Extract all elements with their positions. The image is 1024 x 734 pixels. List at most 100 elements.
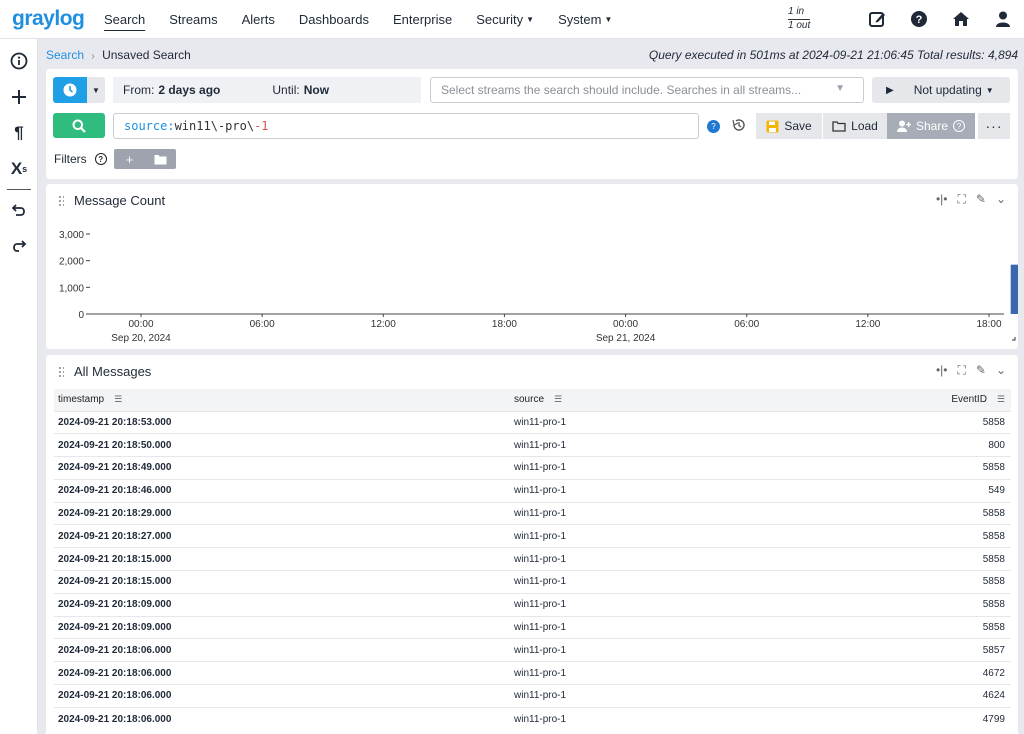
cell-source: win11-pro-1 — [510, 570, 870, 594]
table-row[interactable]: 2024-09-21 20:18:06.000 win11-pro-1 4799 — [54, 706, 1011, 731]
table-row[interactable]: 2024-09-21 20:18:49.000 win11-pro-1 5858 — [54, 456, 1011, 480]
variables-icon[interactable]: Xs — [0, 151, 38, 187]
nav-item-label: Dashboards — [298, 11, 369, 27]
add-icon[interactable] — [0, 79, 38, 115]
search-button[interactable] — [53, 113, 105, 138]
table-row[interactable]: 2024-09-21 20:18:15.000 win11-pro-1 5858 — [54, 570, 1011, 594]
sort-icon[interactable]: ☰ — [114, 394, 122, 405]
share-help-icon[interactable]: ? — [953, 120, 966, 132]
nav-item-security[interactable]: Security ▼ — [476, 0, 534, 39]
load-button[interactable]: Load — [823, 113, 887, 139]
cell-timestamp: 2024-09-21 20:18:29.000 — [54, 501, 510, 525]
table-row[interactable]: 2024-09-21 20:18:06.000 win11-pro-1 4672 — [54, 661, 1011, 685]
column-header-source[interactable]: source ☰ — [510, 389, 870, 411]
cell-source: win11-pro-1 — [510, 456, 870, 480]
until-value: Now — [303, 83, 330, 97]
drag-handle-icon[interactable] — [58, 366, 64, 378]
drag-handle-icon[interactable] — [58, 195, 64, 207]
table-row[interactable]: 2024-09-21 20:18:06.000 win11-pro-1 4624 — [54, 684, 1011, 708]
stream-select[interactable]: Select streams the search should include… — [430, 77, 864, 103]
save-button[interactable]: Save — [756, 113, 822, 139]
nav-item-system[interactable]: System ▼ — [558, 0, 612, 39]
column-pivot-icon[interactable]: •|• — [936, 192, 948, 207]
table-row[interactable]: 2024-09-21 20:18:27.000 win11-pro-1 5858 — [54, 524, 1011, 548]
expand-icon[interactable]: ⛶ — [957, 363, 965, 378]
table-header-row: timestamp ☰ source ☰ EventID ☰ — [54, 389, 1011, 411]
time-range-button[interactable] — [53, 77, 87, 103]
cell-timestamp: 2024-09-21 20:18:46.000 — [54, 478, 510, 503]
table-row[interactable]: 2024-09-21 20:18:09.000 win11-pro-1 5858 — [54, 592, 1011, 617]
nav-item-label: Search — [104, 11, 146, 27]
breadcrumb-search-link[interactable]: Search — [46, 48, 84, 62]
widget-actions: •|• ⛶ ✎ ⌄ — [936, 192, 1006, 207]
sidebar-divider — [6, 189, 31, 190]
query-value-tail: -1 — [254, 119, 269, 133]
throughput-indicator[interactable]: 1 in 1 out — [788, 6, 811, 32]
until-label: Until: — [272, 83, 300, 97]
undo-icon[interactable] — [0, 192, 38, 228]
search-query-input[interactable]: source: win11\-pro\ -1 — [113, 113, 699, 139]
cell-source: win11-pro-1 — [510, 684, 870, 708]
play-icon[interactable]: ▶ — [886, 85, 894, 96]
column-pivot-icon[interactable]: •|• — [936, 363, 948, 378]
nav-item-streams[interactable]: Streams — [169, 0, 217, 39]
load-label: Load — [851, 119, 878, 133]
redo-icon[interactable] — [0, 228, 38, 264]
history-icon[interactable] — [731, 117, 747, 136]
nav-item-alerts[interactable]: Alerts — [242, 0, 275, 39]
cell-eventid: 5858 — [870, 524, 1011, 548]
edit-icon[interactable] — [866, 8, 888, 30]
x-tick-label: 12:00 — [855, 319, 880, 330]
add-filter-button[interactable]: + — [114, 149, 145, 169]
table-row[interactable]: 2024-09-21 20:18:29.000 win11-pro-1 5858 — [54, 501, 1011, 525]
table-row[interactable]: 2024-09-21 20:18:50.000 win11-pro-1 800 — [54, 433, 1011, 457]
nav-item-search[interactable]: Search — [104, 0, 145, 39]
expand-icon[interactable]: ⛶ — [957, 192, 965, 207]
help-icon[interactable]: ? — [908, 8, 930, 30]
load-filter-button[interactable] — [145, 149, 176, 169]
cell-source: win11-pro-1 — [510, 524, 870, 548]
table-row[interactable]: 2024-09-21 20:18:15.000 win11-pro-1 5858 — [54, 547, 1011, 571]
time-range-dropdown[interactable]: ▼ — [87, 77, 105, 103]
chevron-down-icon[interactable]: ⌄ — [996, 192, 1006, 207]
edit-widget-icon[interactable]: ✎ — [976, 363, 986, 378]
top-navigation: graylog Search Streams Alerts Dashboards Ent… — [0, 0, 1024, 39]
filter-buttons: + — [114, 149, 176, 169]
info-icon[interactable] — [0, 43, 38, 79]
breadcrumb: Search › Unsaved Search — [46, 48, 191, 62]
cell-source: win11-pro-1 — [510, 478, 870, 503]
cell-eventid: 5858 — [870, 456, 1011, 480]
y-tick-label: 0 — [78, 310, 84, 321]
column-header-eventid[interactable]: EventID ☰ — [870, 389, 1011, 411]
cell-eventid: 5858 — [870, 615, 1011, 639]
caret-down-icon: ▼ — [604, 14, 613, 24]
search-sidebar: ¶ Xs — [0, 39, 38, 734]
table-row[interactable]: 2024-09-21 20:18:06.000 win11-pro-1 5857 — [54, 638, 1011, 662]
query-help-icon[interactable]: ? — [707, 120, 720, 133]
chart-bar — [1010, 264, 1018, 314]
nav-item-dashboards[interactable]: Dashboards — [299, 0, 369, 39]
more-actions-button[interactable]: ··· — [978, 113, 1010, 139]
column-header-timestamp[interactable]: timestamp ☰ — [54, 389, 510, 411]
edit-widget-icon[interactable]: ✎ — [976, 192, 986, 207]
time-range-display[interactable]: From: 2 days ago Until: Now — [113, 77, 421, 103]
user-icon[interactable] — [992, 8, 1014, 30]
caret-down-icon: ▼ — [526, 14, 535, 24]
from-value: 2 days ago — [158, 83, 221, 97]
refresh-control[interactable]: ▶ Not updating ▼ — [872, 77, 1010, 103]
table-row[interactable]: 2024-09-21 20:18:46.000 win11-pro-1 549 — [54, 478, 1011, 503]
pilcrow-icon[interactable]: ¶ — [0, 115, 38, 151]
table-row[interactable]: 2024-09-21 20:18:53.000 win11-pro-1 5858 — [54, 410, 1011, 434]
table-row[interactable]: 2024-09-21 20:18:09.000 win11-pro-1 5858 — [54, 615, 1011, 639]
cell-eventid: 800 — [870, 433, 1011, 457]
sort-icon[interactable]: ☰ — [997, 394, 1005, 405]
nav-item-enterprise[interactable]: Enterprise — [393, 0, 452, 39]
graylog-logo[interactable]: graylog — [12, 7, 104, 31]
chevron-down-icon: ▼ — [835, 83, 845, 94]
chevron-down-icon[interactable]: ⌄ — [996, 363, 1006, 378]
sort-icon[interactable]: ☰ — [554, 394, 562, 405]
nav-item-label: Alerts — [241, 11, 275, 27]
filters-help-icon[interactable]: ? — [94, 153, 107, 165]
home-icon[interactable] — [950, 8, 972, 30]
share-button[interactable]: Share ? — [887, 113, 975, 139]
